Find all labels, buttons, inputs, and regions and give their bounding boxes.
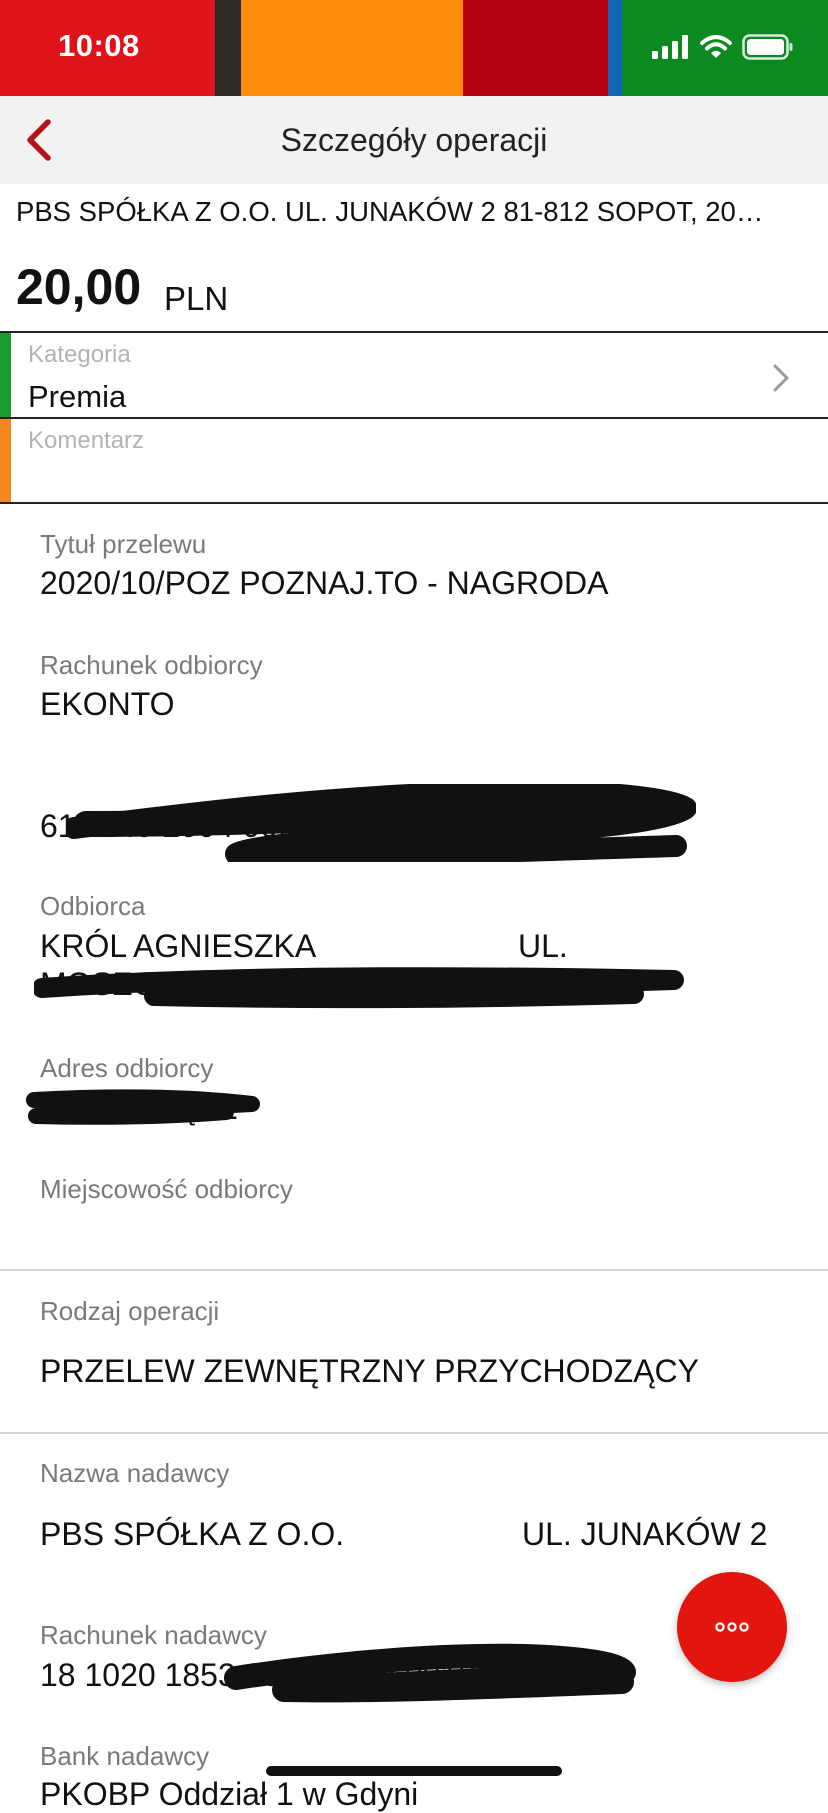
comment-color-bar xyxy=(0,419,11,502)
redaction-scribble xyxy=(224,1643,636,1703)
operation-type-label: Rodzaj operacji xyxy=(40,1296,220,1326)
chevron-right-icon xyxy=(773,364,789,392)
sender-name-label: Nazwa nadawcy xyxy=(40,1458,230,1488)
transfer-title-value: 2020/10/POZ POZNAJ.TO - NAGRODA xyxy=(40,565,609,601)
recipient-label: Odbiorca xyxy=(40,891,146,921)
home-indicator[interactable] xyxy=(266,1766,562,1776)
recipient-account-name: EKONTO xyxy=(40,686,175,722)
recipient-city-label: Miejscowość odbiorcy xyxy=(40,1174,293,1204)
wifi-icon xyxy=(700,35,732,58)
sender-street: UL. JUNAKÓW 2 xyxy=(522,1516,768,1552)
recipient-account-label: Rachunek odbiorcy xyxy=(40,650,263,680)
more-actions-button[interactable] xyxy=(677,1572,787,1682)
redaction-scribble xyxy=(26,1089,260,1125)
recipient-address-label: Adres odbiorcy xyxy=(40,1053,214,1083)
counterparty-name: PBS SPÓŁKA Z O.O. UL. JUNAKÓW 2 81-812 S… xyxy=(16,196,764,227)
operation-type-value: PRZELEW ZEWNĘTRZNY PRZYCHODZĄCY xyxy=(40,1353,699,1389)
status-time: 10:08 xyxy=(58,28,140,63)
redaction-scribble xyxy=(66,784,696,862)
status-icons xyxy=(652,34,794,60)
category-row[interactable]: Kategoria Premia xyxy=(0,331,828,419)
section-divider xyxy=(0,1432,828,1434)
category-label: Kategoria xyxy=(28,341,131,368)
status-color-segment xyxy=(463,0,608,96)
sender-bank-label: Bank nadawcy xyxy=(40,1741,210,1771)
cellular-signal-icon xyxy=(652,35,688,59)
comment-label: Komentarz xyxy=(28,427,145,454)
amount-currency: PLN xyxy=(164,280,229,317)
category-value: Premia xyxy=(28,379,127,414)
amount-value: 20,00 xyxy=(16,259,142,315)
status-color-segment xyxy=(608,0,622,96)
navigation-bar: Szczegóły operacji xyxy=(0,96,828,184)
status-color-segment xyxy=(215,0,241,96)
sender-bank-value: PKOBP Oddział 1 w Gdyni xyxy=(40,1776,419,1812)
category-color-bar xyxy=(0,333,11,417)
section-divider xyxy=(0,1269,828,1271)
battery-icon xyxy=(742,34,793,60)
transfer-title-label: Tytuł przelewu xyxy=(40,529,207,559)
sender-name-value: PBS SPÓŁKA Z O.O. xyxy=(40,1516,345,1552)
comment-row[interactable]: Komentarz xyxy=(0,419,828,504)
status-color-segment xyxy=(241,0,463,96)
redaction-scribble xyxy=(34,967,684,1009)
page-title: Szczegóły operacji xyxy=(280,122,548,158)
more-dots-icon xyxy=(715,1622,749,1632)
